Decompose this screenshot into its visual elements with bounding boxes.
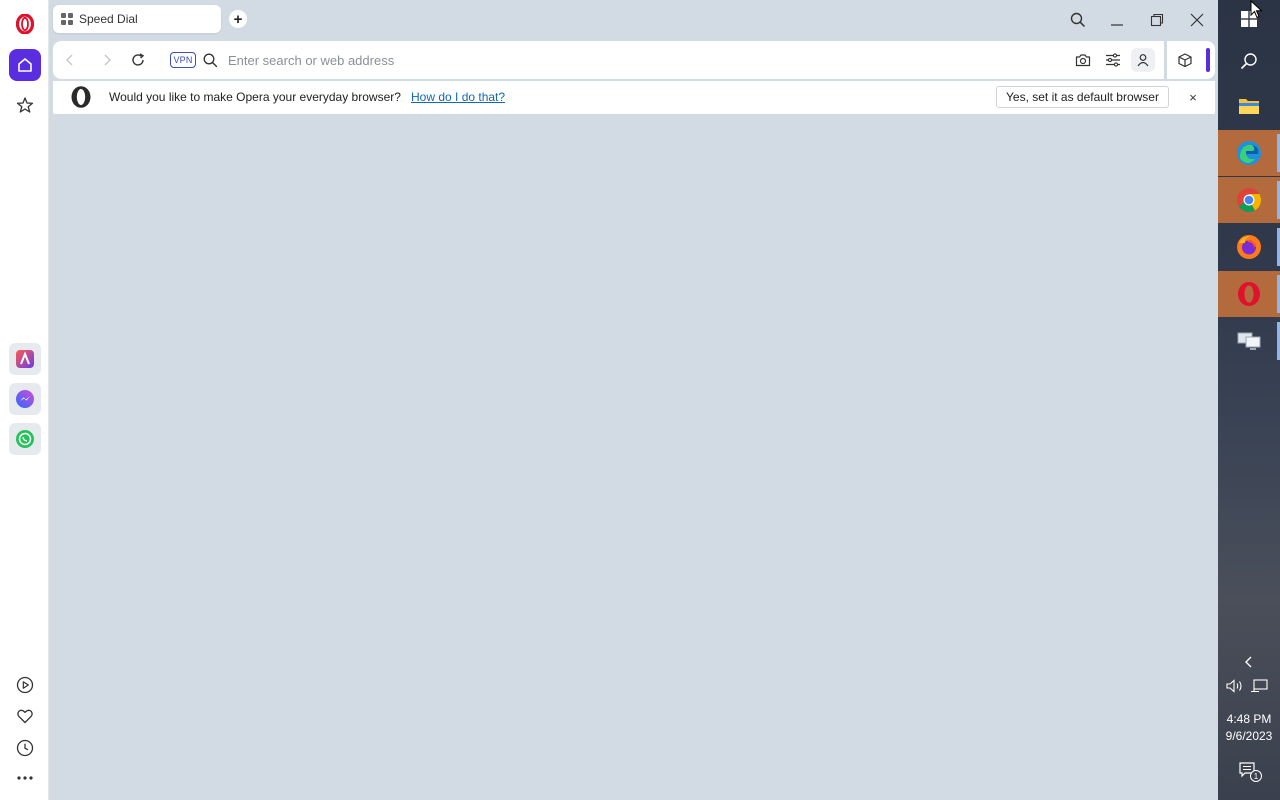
opera-logo-icon bbox=[68, 85, 94, 109]
mouse-cursor-icon bbox=[1250, 0, 1264, 20]
file-explorer-button[interactable] bbox=[1218, 83, 1280, 129]
taskbar-chrome[interactable] bbox=[1218, 177, 1280, 223]
messenger-icon bbox=[16, 390, 34, 408]
volume-button[interactable] bbox=[1224, 677, 1246, 695]
player-button[interactable] bbox=[9, 669, 41, 701]
taskbar-network-app[interactable] bbox=[1218, 318, 1280, 364]
tab-title: Speed Dial bbox=[79, 12, 138, 26]
settings-sliders-icon bbox=[1106, 53, 1120, 67]
home-icon bbox=[18, 58, 32, 72]
aria-icon bbox=[16, 350, 34, 368]
close-icon bbox=[1190, 13, 1204, 27]
new-tab-button[interactable]: + bbox=[229, 10, 247, 28]
aria-button[interactable] bbox=[9, 343, 41, 375]
infobar-help-link[interactable]: How do I do that? bbox=[411, 90, 505, 104]
ethernet-icon bbox=[1251, 679, 1268, 693]
vpn-badge[interactable]: VPN bbox=[170, 52, 196, 68]
extensions-button[interactable] bbox=[1175, 50, 1195, 70]
show-hidden-icons-button[interactable] bbox=[1218, 650, 1280, 674]
chevron-left-icon bbox=[1245, 656, 1252, 668]
minimize-button[interactable] bbox=[1105, 8, 1129, 32]
clock-date[interactable]: 9/6/2023 bbox=[1218, 729, 1280, 743]
start-button[interactable] bbox=[1218, 0, 1280, 38]
messenger-button[interactable] bbox=[9, 383, 41, 415]
opera-sidebar bbox=[0, 0, 49, 800]
user-icon bbox=[1137, 54, 1149, 67]
heart-icon bbox=[17, 709, 33, 724]
forward-arrow-icon bbox=[104, 54, 111, 66]
reload-icon bbox=[132, 53, 145, 66]
opera-icon bbox=[1238, 282, 1260, 306]
volume-icon bbox=[1226, 679, 1242, 693]
restore-button[interactable] bbox=[1145, 8, 1169, 32]
sidebar-toggle-indicator[interactable] bbox=[1206, 48, 1210, 72]
star-icon bbox=[16, 97, 34, 113]
edge-icon bbox=[1237, 141, 1261, 165]
infobar-close-button[interactable]: × bbox=[1185, 89, 1201, 105]
notification-count-badge: 1 bbox=[1250, 770, 1262, 782]
opera-logo-icon[interactable] bbox=[9, 8, 41, 40]
firefox-icon bbox=[1237, 235, 1261, 259]
whatsapp-button[interactable] bbox=[9, 423, 41, 455]
search-icon bbox=[1070, 12, 1086, 28]
forward-button[interactable] bbox=[97, 50, 117, 70]
network-icon bbox=[1237, 332, 1261, 350]
bookmarks-button[interactable] bbox=[9, 89, 41, 121]
reload-button[interactable] bbox=[128, 50, 148, 70]
network-status-button[interactable] bbox=[1248, 677, 1270, 695]
profile-button[interactable] bbox=[1131, 48, 1155, 72]
tab-speed-dial[interactable]: Speed Dial bbox=[53, 5, 221, 33]
minimize-icon bbox=[1111, 24, 1123, 26]
restore-icon bbox=[1150, 13, 1164, 27]
home-button[interactable] bbox=[9, 49, 41, 81]
cube-icon bbox=[1178, 53, 1192, 67]
taskbar-edge[interactable] bbox=[1218, 130, 1280, 176]
address-search-icon bbox=[200, 50, 220, 70]
history-button[interactable] bbox=[9, 732, 41, 764]
infobar-message: Would you like to make Opera your everyd… bbox=[109, 90, 401, 104]
easy-setup-button[interactable] bbox=[1103, 50, 1123, 70]
taskbar-firefox[interactable] bbox=[1218, 224, 1280, 270]
player-icon bbox=[16, 676, 34, 694]
back-arrow-icon bbox=[66, 54, 73, 66]
close-window-button[interactable] bbox=[1185, 8, 1209, 32]
more-icon bbox=[17, 776, 33, 780]
taskbar-search-button[interactable] bbox=[1218, 38, 1280, 84]
taskbar-opera[interactable] bbox=[1218, 271, 1280, 317]
camera-icon bbox=[1075, 54, 1091, 67]
set-default-browser-button[interactable]: Yes, set it as default browser bbox=[996, 86, 1169, 108]
pinboards-button[interactable] bbox=[9, 700, 41, 732]
more-button[interactable] bbox=[9, 762, 41, 794]
history-icon bbox=[16, 739, 34, 757]
folder-icon bbox=[1239, 99, 1259, 114]
whatsapp-icon bbox=[16, 430, 34, 448]
address-input[interactable] bbox=[228, 50, 928, 70]
search-icon bbox=[1240, 53, 1257, 70]
clock-time[interactable]: 4:48 PM bbox=[1218, 712, 1280, 726]
action-center-button[interactable]: 1 bbox=[1238, 760, 1264, 784]
back-button[interactable] bbox=[60, 50, 80, 70]
tab-search-button[interactable] bbox=[1066, 8, 1090, 32]
chrome-icon bbox=[1237, 188, 1262, 213]
snapshot-button[interactable] bbox=[1073, 50, 1093, 70]
speed-dial-icon bbox=[61, 13, 73, 25]
